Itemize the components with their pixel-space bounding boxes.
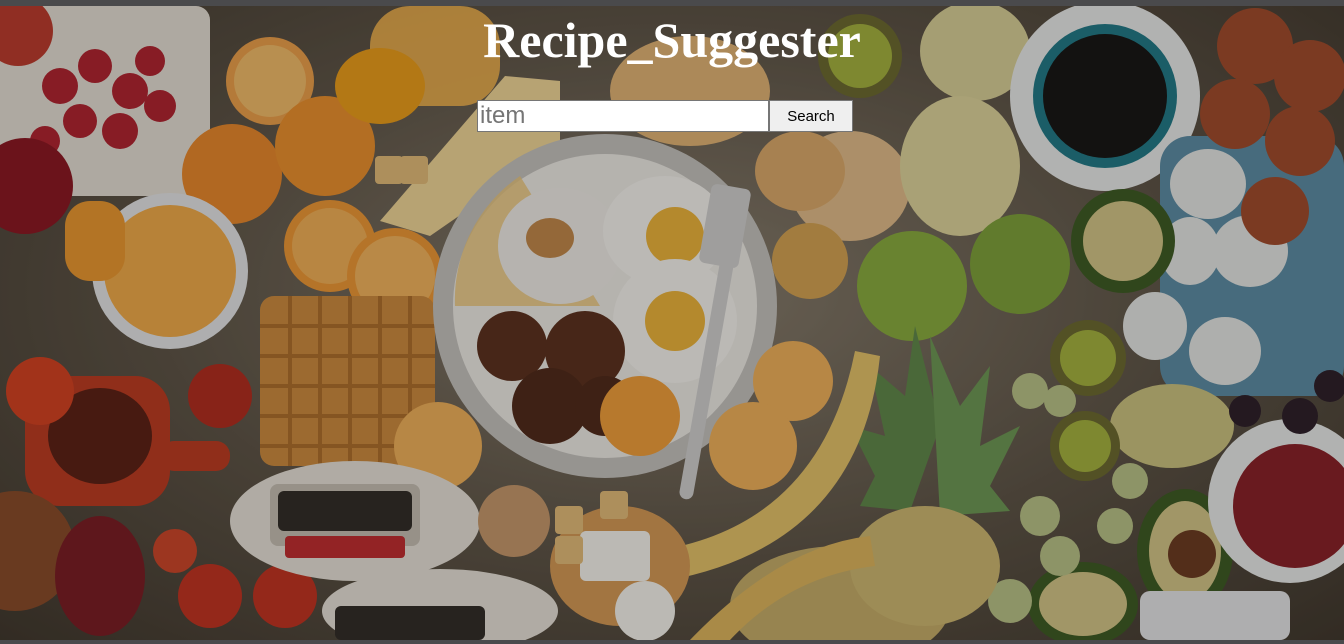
egg <box>478 485 550 557</box>
top-edge-strip <box>0 0 1344 6</box>
page: Recipe_Suggester Search <box>0 0 1344 644</box>
search-input[interactable] <box>477 100 769 132</box>
search-form: Search <box>477 100 853 132</box>
bottom-edge-strip <box>0 640 1344 644</box>
search-button[interactable]: Search <box>769 100 853 132</box>
sausage-package <box>230 461 480 581</box>
page-title: Recipe_Suggester <box>483 12 861 68</box>
green-apple <box>857 231 967 341</box>
